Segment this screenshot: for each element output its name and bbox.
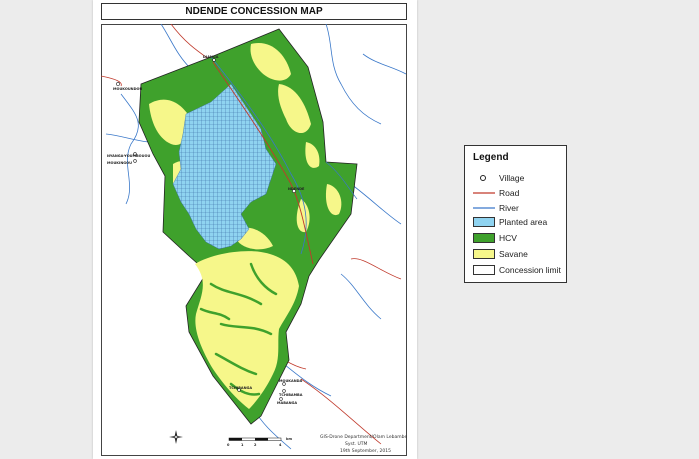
concession-map: MOUKOUNDOU NYANGA-YOUMBOUOU MOUKINGOU DI… <box>101 24 407 450</box>
legend-label: Savane <box>499 249 528 259</box>
legend-label: Road <box>499 188 520 198</box>
scale-tick: 4 <box>279 443 282 447</box>
scale-tick: 0 <box>227 443 230 447</box>
village-icon <box>473 173 495 183</box>
legend-label: HCV <box>499 233 517 243</box>
legend-item-road: Road <box>473 187 519 199</box>
legend-label: Planted area <box>499 217 548 227</box>
legend-label: Concession limit <box>499 265 561 275</box>
savane-swatch-icon <box>473 249 495 259</box>
legend-title: Legend <box>473 152 509 163</box>
scale-tick: 2 <box>254 443 257 447</box>
legend-item-planted-area: Planted area <box>473 216 547 228</box>
village-marker: MOUKOUNDOU <box>113 82 142 91</box>
credit-line-3: 19th September, 2015 <box>340 449 391 454</box>
village-label: MOUKOUNDOU <box>113 87 142 91</box>
village-marker: NYANGA-YOUMBOUOU <box>107 152 150 158</box>
legend-item-savane: Savane <box>473 248 528 260</box>
scale-tick: 1 <box>241 443 244 447</box>
village-label: MOUKINGOU <box>107 161 132 165</box>
village-marker: TCHIBAMBA <box>279 389 303 397</box>
village-label: MABANGA <box>277 401 297 405</box>
credit-line-1: GIS-Drone Department/Olam Lebambe <box>320 435 408 440</box>
village-marker: MOUKANDA <box>279 379 303 386</box>
village-label: DIANGA <box>203 55 219 59</box>
hcv-swatch-icon <box>473 233 495 243</box>
village-marker: MOUKINGOU <box>107 159 137 165</box>
legend-item-river: River <box>473 202 519 214</box>
concession-limit-swatch-icon <box>473 265 495 275</box>
legend-item-concession-limit: Concession limit <box>473 264 561 276</box>
scale-unit: km <box>286 437 292 441</box>
village-label: TCHIBAMBA <box>279 393 303 397</box>
legend-label: River <box>499 203 519 213</box>
river-line-icon <box>473 203 495 213</box>
village-label: MOUKANDA <box>279 379 303 383</box>
village-label: TCHIBANGA <box>229 386 252 390</box>
village-marker: MABANGA <box>277 397 297 405</box>
village-label: NYANGA-YOUMBOUOU <box>107 154 150 158</box>
map-title: NDENDE CONCESSION MAP <box>101 3 407 20</box>
compass-rose-icon <box>169 430 183 444</box>
village-label: NDENDE <box>288 187 305 191</box>
planted-area-swatch-icon <box>473 217 495 227</box>
legend-label: Village <box>499 173 525 183</box>
map-legend: Legend Village Road River Planted area H… <box>464 145 567 283</box>
legend-item-hcv: HCV <box>473 232 517 244</box>
legend-item-village: Village <box>473 172 524 184</box>
credit-line-2: Syst. UTM <box>345 442 368 447</box>
road-line-icon <box>473 188 495 198</box>
concession-area <box>138 28 358 425</box>
